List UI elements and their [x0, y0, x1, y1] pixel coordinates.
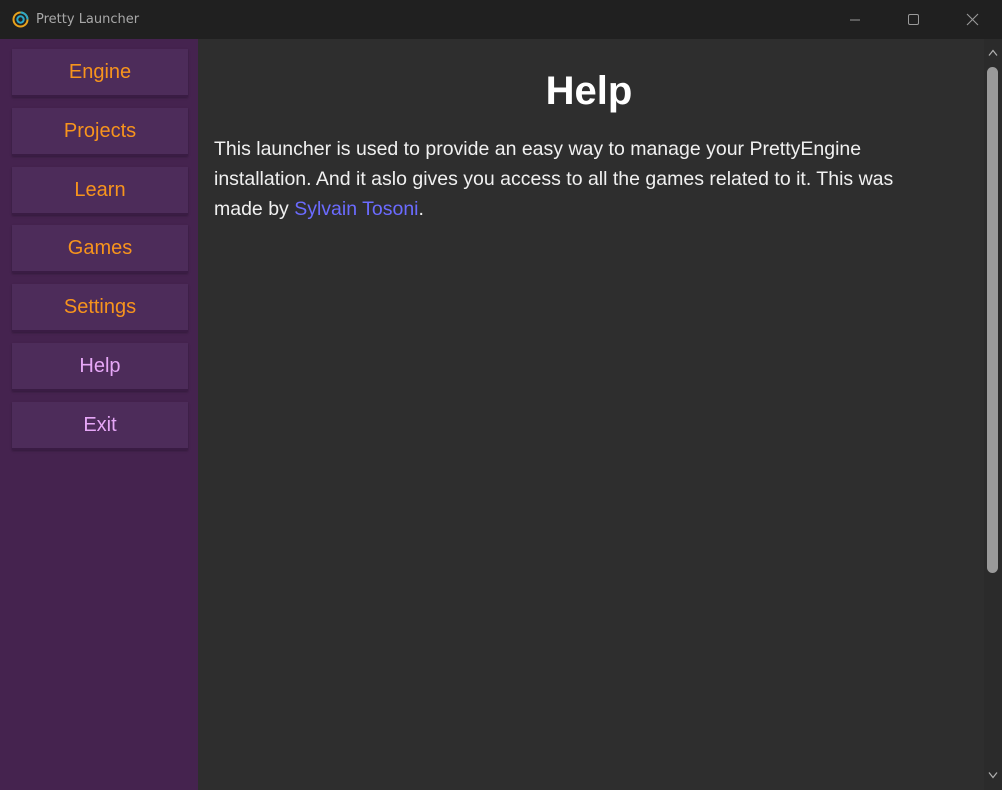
page-title: Help [545, 69, 633, 113]
sidebar-item-exit[interactable]: Exit [12, 402, 188, 450]
author-link[interactable]: Sylvain Tosoni [294, 198, 418, 220]
close-button[interactable] [949, 0, 995, 39]
sidebar-item-settings[interactable]: Settings [12, 284, 188, 332]
sidebar-item-learn[interactable]: Learn [12, 167, 188, 215]
scroll-down-button[interactable] [984, 767, 1002, 783]
scrollbar-thumb[interactable] [987, 67, 998, 573]
maximize-icon [907, 14, 919, 25]
sidebar-item-engine[interactable]: Engine [12, 49, 188, 97]
sidebar-item-help[interactable]: Help [12, 343, 188, 391]
sidebar-item-games[interactable]: Games [12, 225, 188, 273]
vertical-scrollbar[interactable] [984, 39, 1002, 790]
title-bar[interactable]: Pretty Launcher [0, 0, 1002, 39]
sidebar: Engine Projects Learn Games Settings Hel… [0, 39, 198, 790]
window-title: Pretty Launcher [36, 12, 140, 27]
minimize-icon [850, 19, 860, 20]
help-body-end: . [418, 198, 424, 220]
close-icon [966, 13, 978, 26]
scroll-up-button[interactable] [984, 45, 1002, 61]
scroll-down-icon [988, 772, 998, 779]
app-logo-icon [12, 11, 29, 28]
minimize-button[interactable] [832, 0, 878, 39]
help-panel: Help This launcher is used to provide an… [198, 39, 984, 790]
maximize-button[interactable] [890, 0, 936, 39]
scroll-up-icon [988, 49, 998, 56]
sidebar-item-projects[interactable]: Projects [12, 108, 188, 156]
help-description: This launcher is used to provide an easy… [214, 134, 944, 224]
app-window: Pretty Launcher Engine Projects Learn Ga… [0, 0, 1002, 790]
